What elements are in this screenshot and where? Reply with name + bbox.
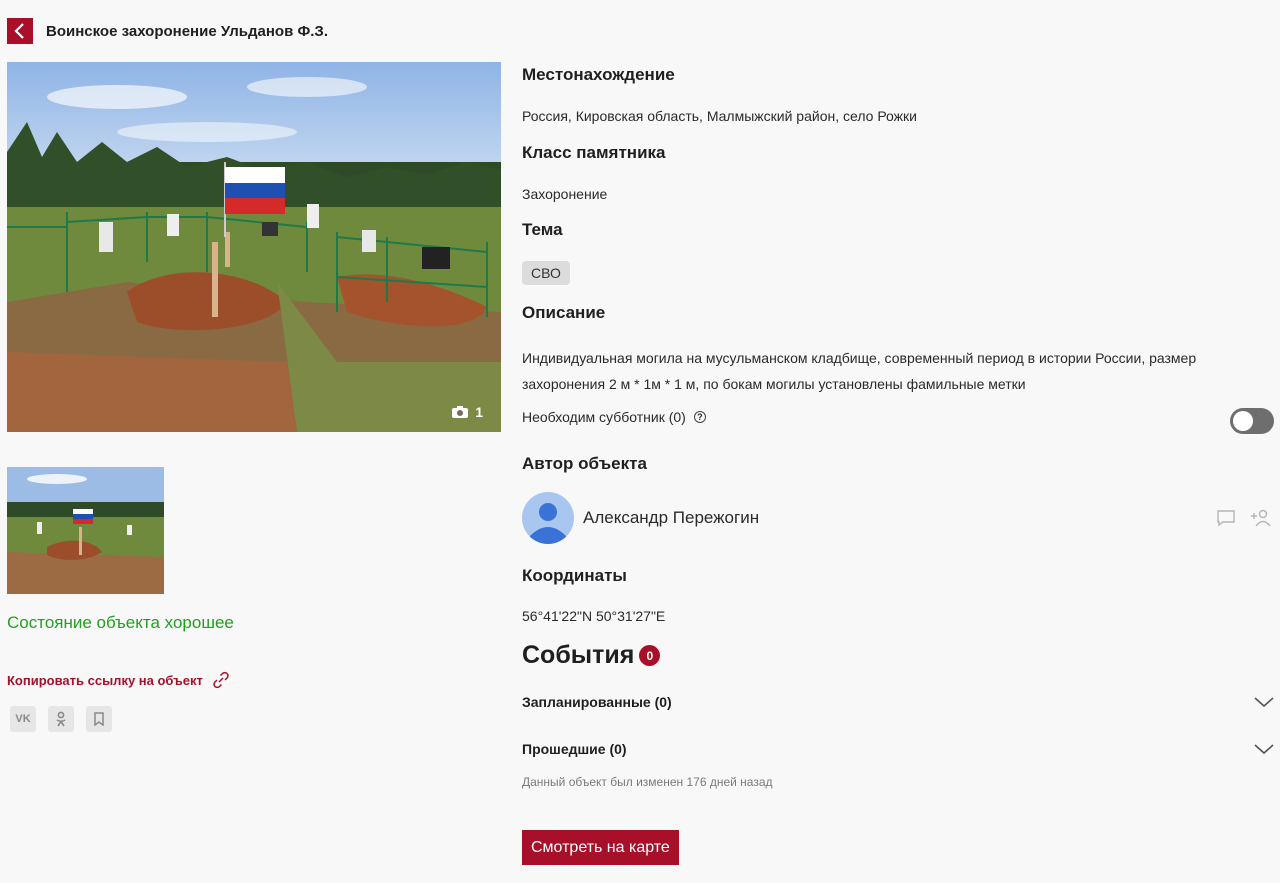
events-count-badge: 0 xyxy=(639,645,661,666)
photo-count-value: 1 xyxy=(475,404,483,420)
help-icon[interactable]: ? xyxy=(693,411,706,423)
events-header: События 0 xyxy=(522,641,661,670)
author-actions xyxy=(1216,509,1272,527)
thumbnail-image xyxy=(7,467,164,594)
subbotnik-label: Необходим субботник (0) xyxy=(522,409,686,425)
subbotnik-row: Необходим субботник (0) ? xyxy=(522,409,706,425)
chat-icon xyxy=(1217,510,1235,527)
coordinates-value: 56°41'22"N 50°31'27"E xyxy=(522,608,666,624)
add-user-icon xyxy=(1251,509,1271,527)
last-changed-note: Данный объект был изменен 176 дней назад xyxy=(522,775,773,789)
copy-link-button[interactable]: Копировать ссылку на объект xyxy=(7,670,231,690)
toggle-knob xyxy=(1233,411,1253,431)
bookmark-icon xyxy=(94,712,104,726)
message-button[interactable] xyxy=(1216,509,1236,527)
copy-link-label: Копировать ссылку на объект xyxy=(7,672,203,688)
ok-share-button[interactable]: OK xyxy=(48,706,74,732)
events-title: События xyxy=(522,641,635,669)
coordinates-title: Координаты xyxy=(522,566,627,585)
theme-tag[interactable]: СВО xyxy=(522,261,570,285)
monument-class-title: Класс памятника xyxy=(522,143,666,162)
photo-thumbnail[interactable] xyxy=(7,467,164,594)
chevron-down-icon xyxy=(1254,697,1274,708)
planned-events-label: Запланированные (0) xyxy=(522,694,672,710)
bookmark-button[interactable] xyxy=(86,706,112,732)
view-on-map-button[interactable]: Смотреть на карте xyxy=(522,830,679,865)
camera-icon xyxy=(452,406,469,418)
author-title: Автор объекта xyxy=(522,454,647,473)
description-text: Индивидуальная могила на мусульманском к… xyxy=(522,350,1197,392)
page-header: Воинское захоронение Ульданов Ф.З. xyxy=(7,18,328,44)
past-events-accordion[interactable]: Прошедшие (0) xyxy=(522,738,1274,760)
author-name[interactable]: Александр Пережогин xyxy=(583,508,759,528)
follow-button[interactable] xyxy=(1250,509,1272,527)
avatar[interactable] xyxy=(522,492,574,544)
back-button[interactable] xyxy=(7,18,33,44)
chevron-left-icon xyxy=(14,23,24,39)
vk-share-button[interactable]: VK xyxy=(10,706,36,732)
cemetery-photo xyxy=(7,62,501,432)
author-info: Александр Пережогин xyxy=(522,492,759,544)
user-avatar-icon xyxy=(530,503,566,544)
description-title: Описание xyxy=(522,303,606,322)
main-photo[interactable]: 1 xyxy=(7,62,501,432)
monument-class-value: Захоронение xyxy=(522,186,608,202)
chevron-down-icon xyxy=(1254,744,1274,755)
past-events-label: Прошедшие (0) xyxy=(522,741,627,757)
page-title: Воинское захоронение Ульданов Ф.З. xyxy=(46,22,328,40)
vk-icon: VK xyxy=(15,713,31,725)
location-title: Местонахождение xyxy=(522,65,675,84)
share-buttons: VK OK xyxy=(10,706,112,732)
odnoklassniki-icon xyxy=(56,711,66,727)
photo-counter: 1 xyxy=(451,404,483,420)
subbotnik-toggle[interactable] xyxy=(1230,408,1274,434)
planned-events-accordion[interactable]: Запланированные (0) xyxy=(522,691,1274,713)
object-state: Состояние объекта хорошее xyxy=(7,613,234,632)
location-value: Россия, Кировская область, Малмыжский ра… xyxy=(522,108,917,124)
theme-title: Тема xyxy=(522,220,563,239)
link-icon xyxy=(213,671,229,689)
